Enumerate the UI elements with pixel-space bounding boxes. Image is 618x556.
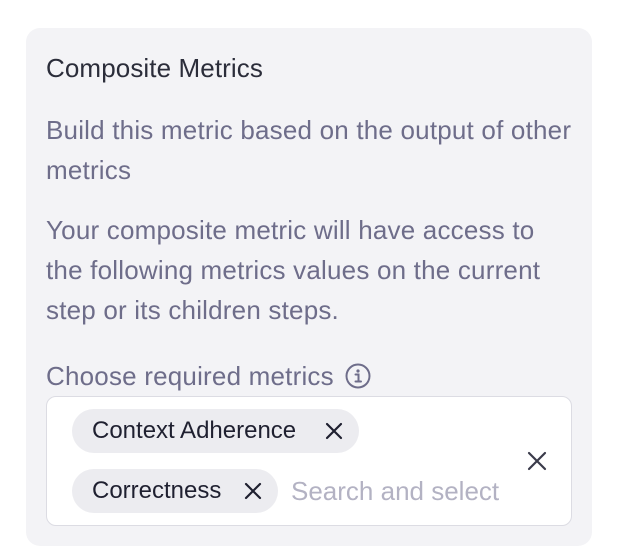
chip-remove-button[interactable] [240,478,266,504]
metrics-search-input[interactable] [291,471,503,511]
info-circle-icon[interactable] [344,362,372,390]
required-metrics-label: Choose required metrics [46,360,334,391]
card-description: Build this metric based on the output of… [46,115,572,185]
selected-metric-chip: Correctness [72,469,278,513]
close-icon [527,451,547,471]
card-title: Composite Metrics [46,53,263,83]
clear-selection-button[interactable] [523,447,551,475]
card-info-text: Your composite metric will have access t… [46,215,541,325]
chip-label: Correctness [92,477,222,504]
chip-label: Context Adherence [92,417,297,444]
composite-metrics-card: Composite Metrics Build this metric base… [26,28,592,546]
required-metrics-select[interactable]: Context Adherence Correctness [46,396,572,526]
chip-remove-button[interactable] [321,418,347,444]
selected-metric-chip: Context Adherence [72,409,359,453]
close-icon [244,482,262,500]
required-metrics-label-row: Choose required metrics [46,356,572,396]
close-icon [325,422,343,440]
